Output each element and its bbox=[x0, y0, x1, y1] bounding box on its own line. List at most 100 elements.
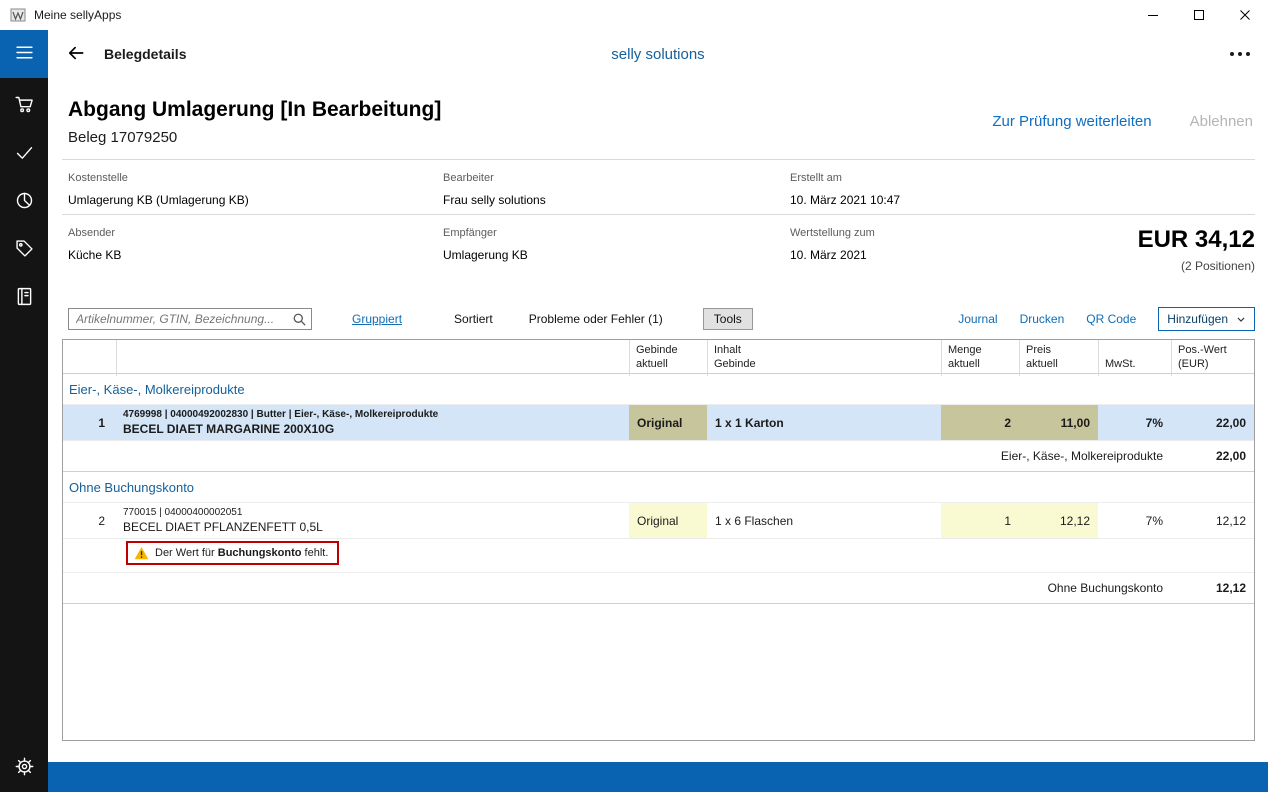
add-dropdown[interactable]: Hinzufügen bbox=[1158, 307, 1255, 331]
preis-cell[interactable]: 12,12 bbox=[1019, 503, 1098, 538]
minimize-icon[interactable] bbox=[1130, 0, 1176, 30]
inhalt-cell[interactable]: 1 x 1 Karton bbox=[707, 405, 941, 440]
warning-text: Der Wert für Buchungskonto fehlt. bbox=[155, 547, 329, 559]
field-value: Umlagerung KB (Umlagerung KB) bbox=[68, 193, 249, 207]
article-name: BECEL DIAET PFLANZENFETT 0,5L bbox=[123, 520, 323, 534]
col-number bbox=[63, 340, 116, 376]
inhalt-cell[interactable]: 1 x 6 Flaschen bbox=[707, 503, 941, 538]
forward-for-review-button[interactable]: Zur Prüfung weiterleiten bbox=[992, 113, 1151, 130]
position-number: 2 bbox=[98, 513, 105, 528]
app-center-title: selly solutions bbox=[611, 45, 705, 63]
position-row-1[interactable]: 1 4769998 | 04000492002830 | Butter | Ei… bbox=[63, 405, 1254, 441]
group-subtotal-row: Ohne Buchungskonto 12,12 bbox=[63, 573, 1254, 604]
mwst-cell: 7% bbox=[1145, 415, 1163, 430]
book-icon bbox=[14, 286, 35, 310]
table-empty-area bbox=[63, 604, 1254, 740]
col-inhalt: Inhalt Gebinde bbox=[707, 340, 941, 376]
settings-button[interactable] bbox=[0, 744, 48, 792]
grouped-toggle[interactable]: Gruppiert bbox=[352, 312, 402, 326]
position-number: 1 bbox=[98, 415, 105, 430]
article-name: BECEL DIAET MARGARINE 200X10G bbox=[123, 422, 335, 436]
check-icon bbox=[14, 142, 35, 166]
content-column: Belegdetails selly solutions Abgang Umla… bbox=[48, 30, 1268, 792]
qr-code-link[interactable]: QR Code bbox=[1086, 312, 1136, 326]
preis-cell[interactable]: 11,00 bbox=[1019, 405, 1098, 440]
field-label: Bearbeiter bbox=[443, 172, 494, 184]
bottom-bar bbox=[48, 762, 1268, 792]
window-controls bbox=[1130, 0, 1268, 30]
article-description: 4769998 | 04000492002830 | Butter | Eier… bbox=[116, 405, 629, 440]
add-dropdown-label: Hinzufügen bbox=[1167, 312, 1228, 326]
info-row-1: Kostenstelle Umlagerung KB (Umlagerung K… bbox=[62, 160, 1255, 215]
field-label: Kostenstelle bbox=[68, 172, 128, 184]
field-kostenstelle: Kostenstelle Umlagerung KB (Umlagerung K… bbox=[68, 172, 443, 207]
sidebar-item-tags[interactable] bbox=[0, 226, 48, 274]
tools-button[interactable]: Tools bbox=[702, 308, 753, 330]
document-title-block: Abgang Umlagerung [In Bearbeitung] Beleg… bbox=[68, 98, 441, 146]
field-value: Umlagerung KB bbox=[443, 248, 528, 262]
article-meta: 4769998 | 04000492002830 | Butter | Eier… bbox=[123, 409, 439, 420]
app-icon bbox=[10, 7, 26, 23]
col-mwst: MwSt. bbox=[1098, 340, 1171, 376]
group-header[interactable]: Eier-, Käse-, Molkereiprodukte bbox=[63, 374, 1254, 405]
group-subtotal-row: Eier-, Käse-, Molkereiprodukte 22,00 bbox=[63, 441, 1254, 472]
problems-filter[interactable]: Probleme oder Fehler (1) bbox=[529, 312, 663, 326]
tag-icon bbox=[14, 238, 35, 262]
info-row-2: Absender Küche KB Empfänger Umlagerung K… bbox=[62, 215, 1255, 299]
pos-wert-cell: 12,12 bbox=[1215, 513, 1246, 528]
print-link[interactable]: Drucken bbox=[1020, 312, 1065, 326]
validation-warning[interactable]: Der Wert für Buchungskonto fehlt. bbox=[126, 541, 340, 565]
sidebar-item-approvals[interactable] bbox=[0, 130, 48, 178]
more-icon[interactable] bbox=[1226, 44, 1254, 64]
menge-cell[interactable]: 1 bbox=[941, 503, 1019, 538]
field-value: 10. März 2021 10:47 bbox=[790, 193, 901, 207]
titlebar-left: Meine sellyApps bbox=[0, 7, 121, 23]
menge-cell[interactable]: 2 bbox=[941, 405, 1019, 440]
subtotal-label: Ohne Buchungskonto bbox=[1047, 581, 1163, 595]
field-wertstellung: Wertstellung zum 10. März 2021 bbox=[790, 227, 1030, 289]
subtotal-value: 22,00 bbox=[1215, 449, 1246, 463]
group-header[interactable]: Ohne Buchungskonto bbox=[63, 472, 1254, 503]
col-gebinde: Gebinde aktuell bbox=[629, 340, 707, 376]
positions-table: Gebinde aktuell Inhalt Gebinde Menge akt… bbox=[62, 339, 1255, 741]
field-label: Empfänger bbox=[443, 227, 497, 239]
col-pos-wert: Pos.-Wert (EUR) bbox=[1171, 340, 1254, 376]
gear-icon bbox=[14, 756, 35, 780]
subtotal-value: 12,12 bbox=[1215, 581, 1246, 595]
titlebar: Meine sellyApps bbox=[0, 0, 1268, 30]
toolbar-right: Journal Drucken QR Code Hinzufügen bbox=[958, 307, 1255, 331]
field-empfaenger: Empfänger Umlagerung KB bbox=[443, 227, 790, 289]
close-icon[interactable] bbox=[1222, 0, 1268, 30]
journal-link[interactable]: Journal bbox=[958, 312, 997, 326]
document-number: Beleg 17079250 bbox=[68, 128, 178, 146]
search-icon[interactable] bbox=[292, 312, 307, 327]
field-erstellt-am: Erstellt am 10. März 2021 10:47 bbox=[790, 172, 1030, 207]
sidebar-item-journal[interactable] bbox=[0, 274, 48, 322]
warning-triangle-icon bbox=[134, 546, 149, 560]
search-input[interactable] bbox=[69, 309, 311, 329]
pos-wert-cell: 22,00 bbox=[1215, 415, 1246, 430]
gebinde-cell[interactable]: Original bbox=[629, 503, 707, 538]
position-row-2[interactable]: 2 770015 | 04000400002051 BECEL DIAET PF… bbox=[63, 503, 1254, 539]
cart-icon bbox=[14, 94, 35, 118]
col-preis: Preis aktuell bbox=[1019, 340, 1098, 376]
main-content: Abgang Umlagerung [In Bearbeitung] Beleg… bbox=[48, 78, 1268, 762]
appbar: Belegdetails selly solutions bbox=[48, 30, 1268, 78]
reject-button[interactable]: Ablehnen bbox=[1190, 113, 1253, 130]
field-value: Küche KB bbox=[68, 248, 122, 262]
field-label: Absender bbox=[68, 227, 116, 239]
sorted-toggle[interactable]: Sortiert bbox=[454, 312, 493, 326]
col-description bbox=[116, 340, 629, 376]
positions-toolbar: Gruppiert Sortiert Probleme oder Fehler … bbox=[62, 299, 1255, 339]
gebinde-cell[interactable]: Original bbox=[629, 405, 707, 440]
mwst-cell: 7% bbox=[1145, 513, 1163, 528]
col-menge: Menge aktuell bbox=[941, 340, 1019, 376]
menu-button[interactable] bbox=[0, 30, 48, 78]
window-title: Meine sellyApps bbox=[34, 8, 122, 22]
field-absender: Absender Küche KB bbox=[68, 227, 443, 289]
sidebar-item-statistics[interactable] bbox=[0, 178, 48, 226]
pie-chart-icon bbox=[14, 190, 35, 214]
document-actions: Zur Prüfung weiterleiten Ablehnen bbox=[992, 113, 1255, 130]
sidebar-item-cart[interactable] bbox=[0, 82, 48, 130]
maximize-icon[interactable] bbox=[1176, 0, 1222, 30]
